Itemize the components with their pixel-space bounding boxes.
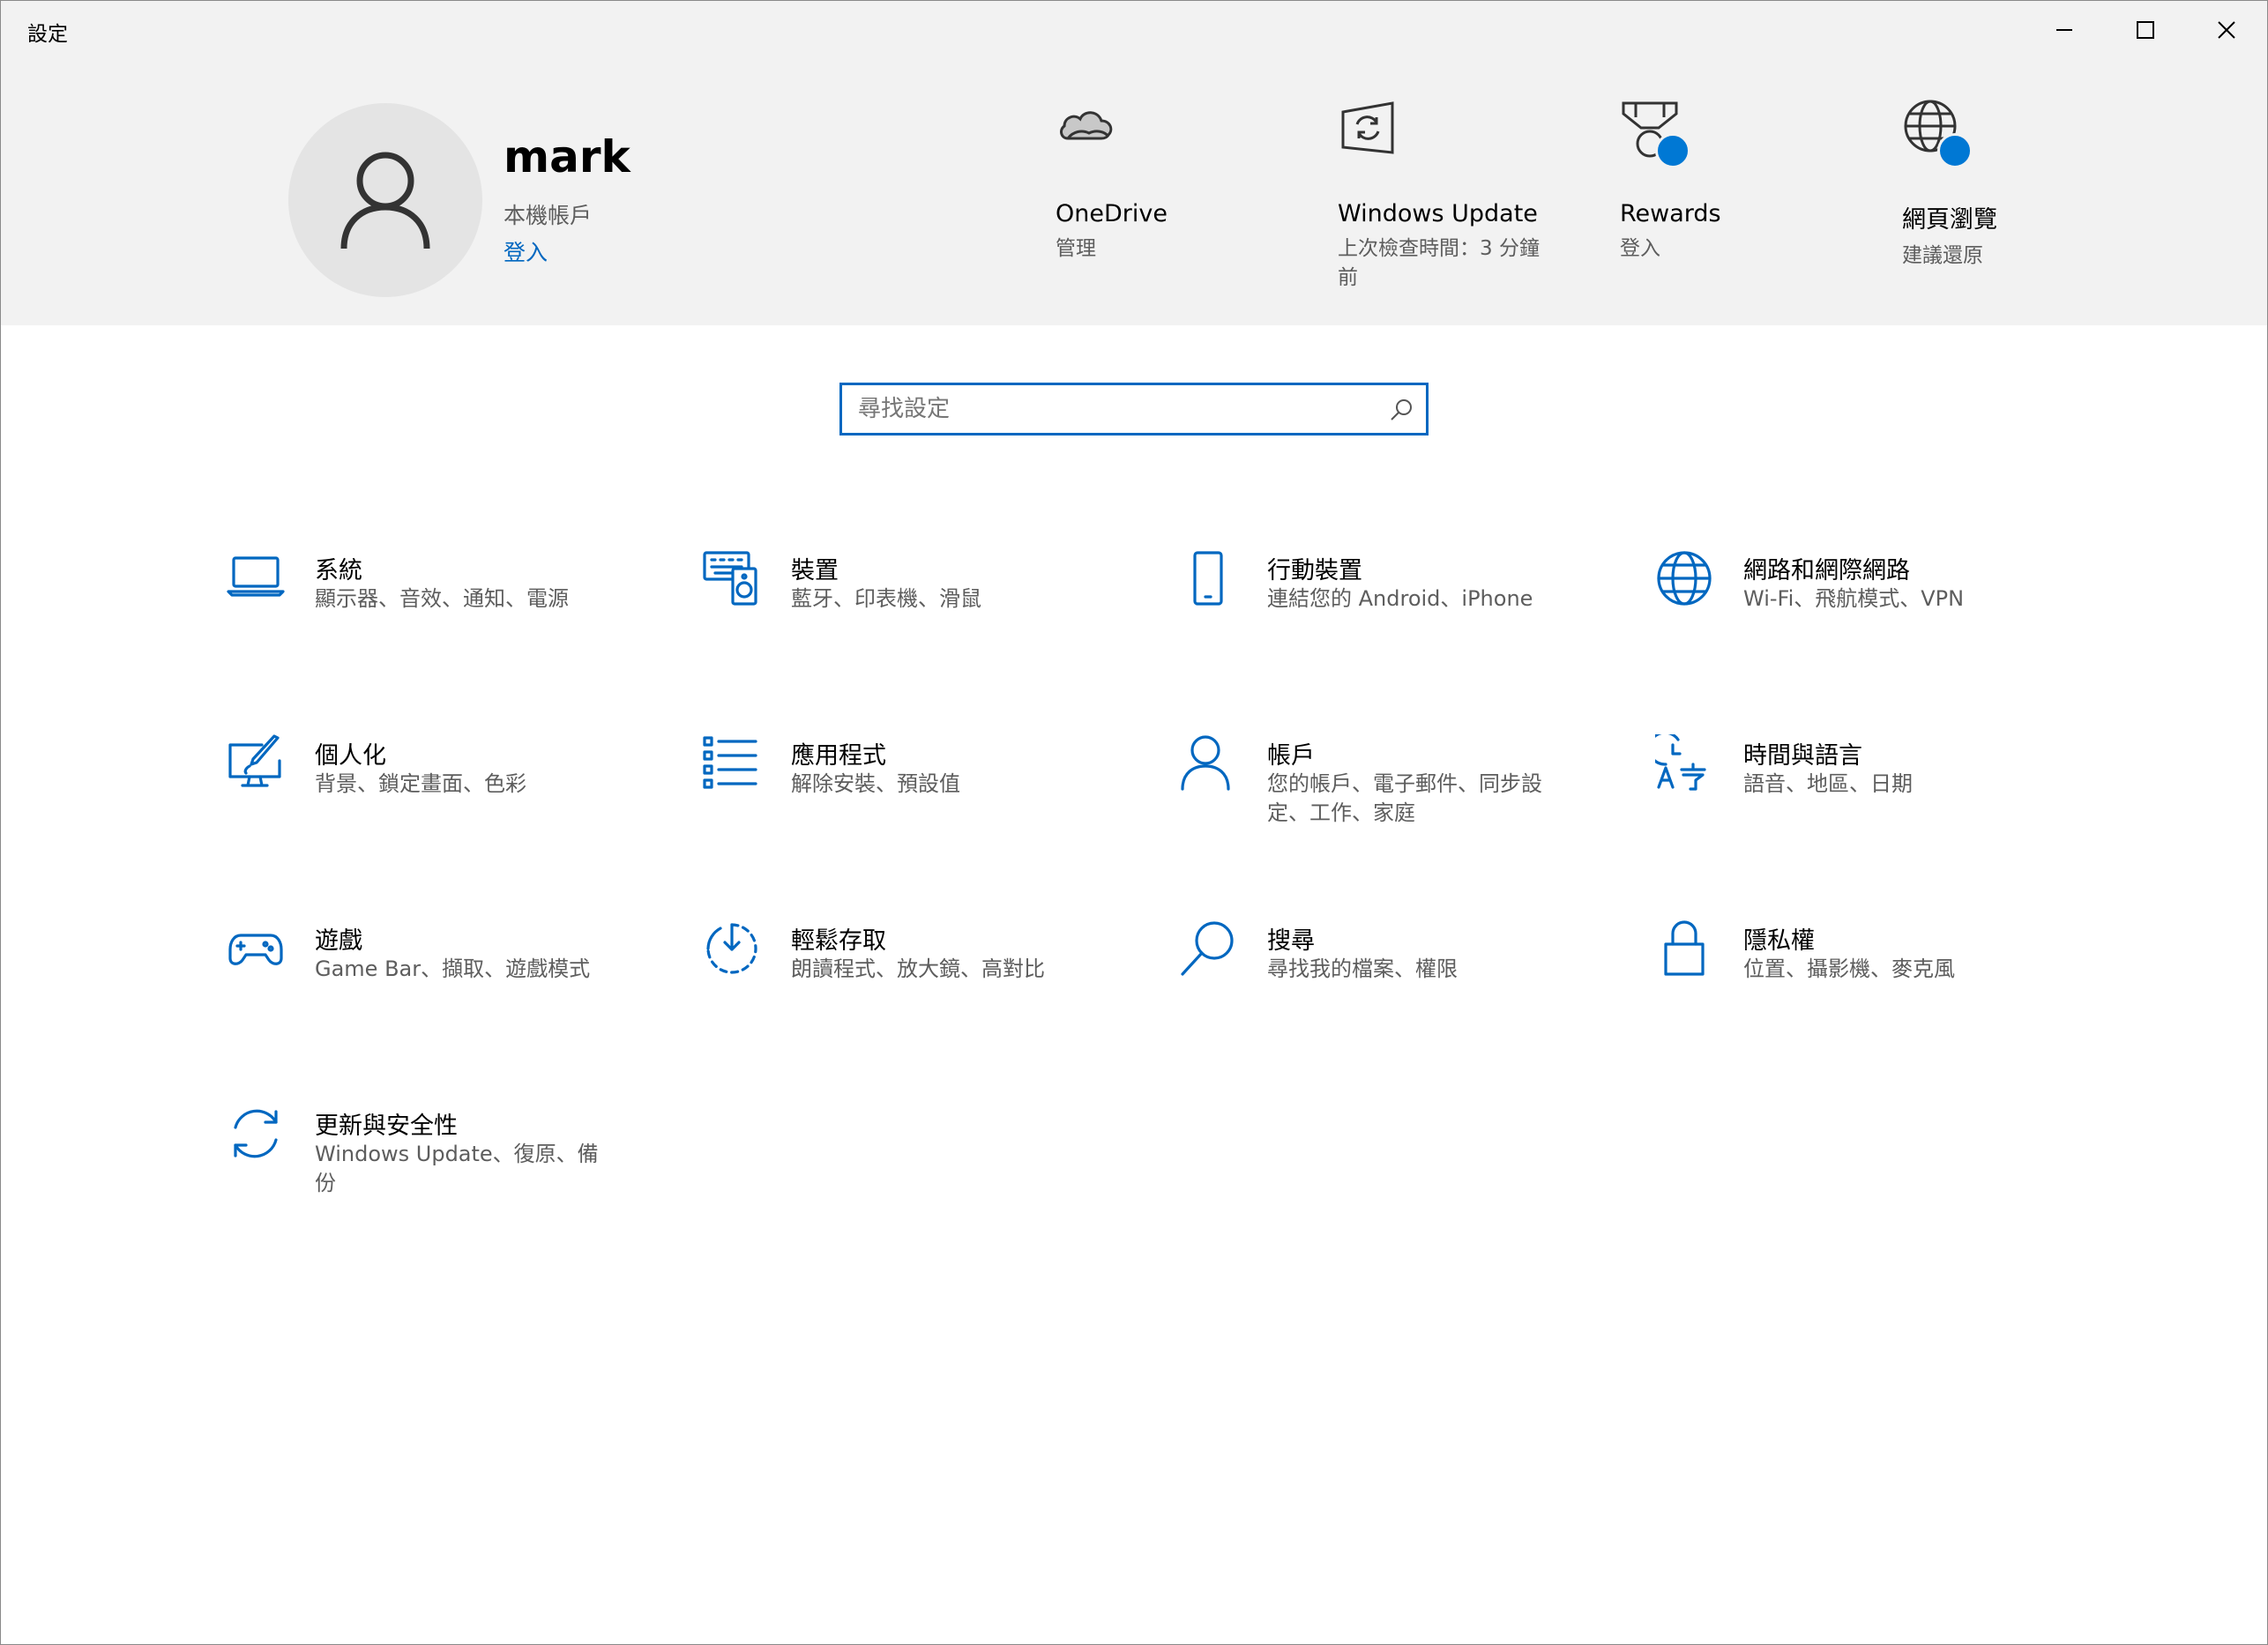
devices-icon	[703, 551, 757, 606]
globe-icon	[1657, 551, 1712, 606]
category-subtitle: 朗讀程式、放大鏡、高對比	[791, 956, 1045, 981]
category-subtitle: 尋找我的檔案、權限	[1267, 956, 1458, 981]
globe-icon	[1902, 98, 1973, 168]
quick-link-title: 網頁瀏覽	[1902, 206, 1997, 234]
category-subtitle: 位置、攝影機、麥克風	[1743, 956, 1955, 981]
personalization-icon	[228, 734, 281, 787]
category-subtitle: 解除安裝、預設值	[791, 771, 960, 796]
category-title: 隱私權	[1743, 927, 1815, 955]
search-icon	[1181, 921, 1234, 976]
quick-link-title: Windows Update	[1338, 200, 1538, 227]
gamepad-icon	[228, 934, 283, 965]
category-title: 系統	[315, 557, 362, 584]
maximize-button[interactable]	[2105, 1, 2186, 59]
category-privacy[interactable]: 隱私權 位置、攝影機、麥克風	[1655, 919, 2114, 1043]
category-title: 裝置	[791, 557, 839, 584]
category-gaming[interactable]: 遊戲 Game Bar、擷取、遊戲模式	[227, 919, 685, 1043]
category-update-security[interactable]: 更新與安全性 Windows Update、復原、備份	[227, 1105, 685, 1228]
category-title: 更新與安全性	[315, 1113, 458, 1140]
category-devices[interactable]: 裝置 藍牙、印表機、滑鼠	[703, 549, 1161, 673]
lock-icon	[1664, 920, 1705, 976]
avatar[interactable]	[288, 103, 482, 297]
category-title: 輕鬆存取	[791, 927, 886, 955]
signin-link[interactable]: 登入	[504, 235, 548, 267]
category-subtitle: Wi-Fi、飛航模式、VPN	[1743, 586, 1965, 611]
maximize-icon	[2137, 21, 2154, 39]
category-system[interactable]: 系統 顯示器、音效、通知、電源	[227, 549, 685, 673]
category-title: 遊戲	[315, 927, 362, 955]
category-apps[interactable]: 應用程式 解除安裝、預設值	[703, 734, 1161, 858]
category-subtitle: Game Bar、擷取、遊戲模式	[315, 956, 591, 981]
user-name: mark	[504, 131, 630, 182]
category-subtitle: 背景、鎖定畫面、色彩	[315, 771, 526, 796]
quick-link-subtitle: 上次檢查時間：3 分鐘前	[1338, 237, 1540, 289]
quick-link-windows-update[interactable]: Windows Update 上次檢查時間：3 分鐘前	[1338, 98, 1567, 293]
category-accounts[interactable]: 帳戶 您的帳戶、電子郵件、同步設定、工作、家庭	[1179, 734, 1638, 858]
person-icon	[1181, 735, 1230, 791]
category-phone[interactable]: 行動裝置 連結您的 Android、iPhone	[1179, 549, 1638, 673]
category-title: 應用程式	[791, 742, 886, 770]
quick-link-title: OneDrive	[1056, 200, 1168, 227]
settings-window: mark 本機帳戶 登入 OneDrive 管理 Windows Update …	[0, 0, 2268, 1645]
category-title: 帳戶	[1267, 742, 1315, 770]
cloud-icon	[1056, 98, 1119, 161]
category-search[interactable]: 搜尋 尋找我的檔案、權限	[1179, 919, 1638, 1043]
category-title: 網路和網際網路	[1743, 557, 1910, 584]
category-subtitle: 語音、地區、日期	[1743, 771, 1913, 796]
category-title: 個人化	[315, 742, 386, 770]
category-title: 搜尋	[1267, 927, 1315, 955]
quick-link-web-browsing[interactable]: 網頁瀏覽 建議還原	[1902, 98, 2131, 271]
sync-icon	[234, 1109, 278, 1158]
ease-of-access-icon	[706, 923, 757, 974]
person-avatar-icon	[340, 152, 430, 249]
category-time-language[interactable]: 時間與語言 語音、地區、日期	[1655, 734, 2114, 858]
quick-link-title: Rewards	[1620, 200, 1721, 227]
search-icon[interactable]	[1389, 398, 1414, 422]
minimize-button[interactable]	[2024, 1, 2105, 59]
search-box[interactable]	[839, 383, 1429, 435]
category-subtitle: 藍牙、印表機、滑鼠	[791, 586, 981, 611]
category-subtitle: Windows Update、復原、備份	[315, 1142, 599, 1195]
quick-link-onedrive[interactable]: OneDrive 管理	[1056, 98, 1285, 264]
search-input[interactable]	[858, 385, 1378, 433]
notification-badge	[1937, 133, 1973, 168]
category-network[interactable]: 網路和網際網路 Wi-Fi、飛航模式、VPN	[1655, 549, 2114, 673]
time-language-icon	[1655, 734, 1706, 791]
category-title: 時間與語言	[1743, 742, 1862, 770]
category-subtitle: 您的帳戶、電子郵件、同步設定、工作、家庭	[1267, 771, 1542, 825]
notification-badge	[1655, 133, 1690, 168]
category-ease-of-access[interactable]: 輕鬆存取 朗讀程式、放大鏡、高對比	[703, 919, 1161, 1043]
category-title: 行動裝置	[1267, 557, 1362, 584]
close-button[interactable]	[2186, 1, 2267, 59]
quick-link-subtitle: 登入	[1620, 237, 1660, 260]
rewards-medal-icon	[1620, 98, 1690, 168]
category-personalization[interactable]: 個人化 背景、鎖定畫面、色彩	[227, 734, 685, 858]
category-subtitle: 連結您的 Android、iPhone	[1267, 586, 1533, 611]
quick-link-rewards[interactable]: Rewards 登入	[1620, 98, 1849, 264]
laptop-icon	[227, 556, 285, 597]
phone-icon	[1193, 551, 1223, 606]
windows-update-icon	[1338, 98, 1401, 161]
quick-link-subtitle: 管理	[1056, 237, 1096, 260]
category-subtitle: 顯示器、音效、通知、電源	[315, 586, 569, 611]
minimize-icon	[2056, 29, 2072, 31]
title-bar: 設定	[1, 1, 2267, 59]
account-type: 本機帳戶	[504, 203, 593, 228]
quick-link-subtitle: 建議還原	[1902, 244, 1983, 267]
window-title: 設定	[27, 23, 68, 46]
apps-list-icon	[703, 736, 757, 789]
close-icon	[2218, 21, 2235, 39]
